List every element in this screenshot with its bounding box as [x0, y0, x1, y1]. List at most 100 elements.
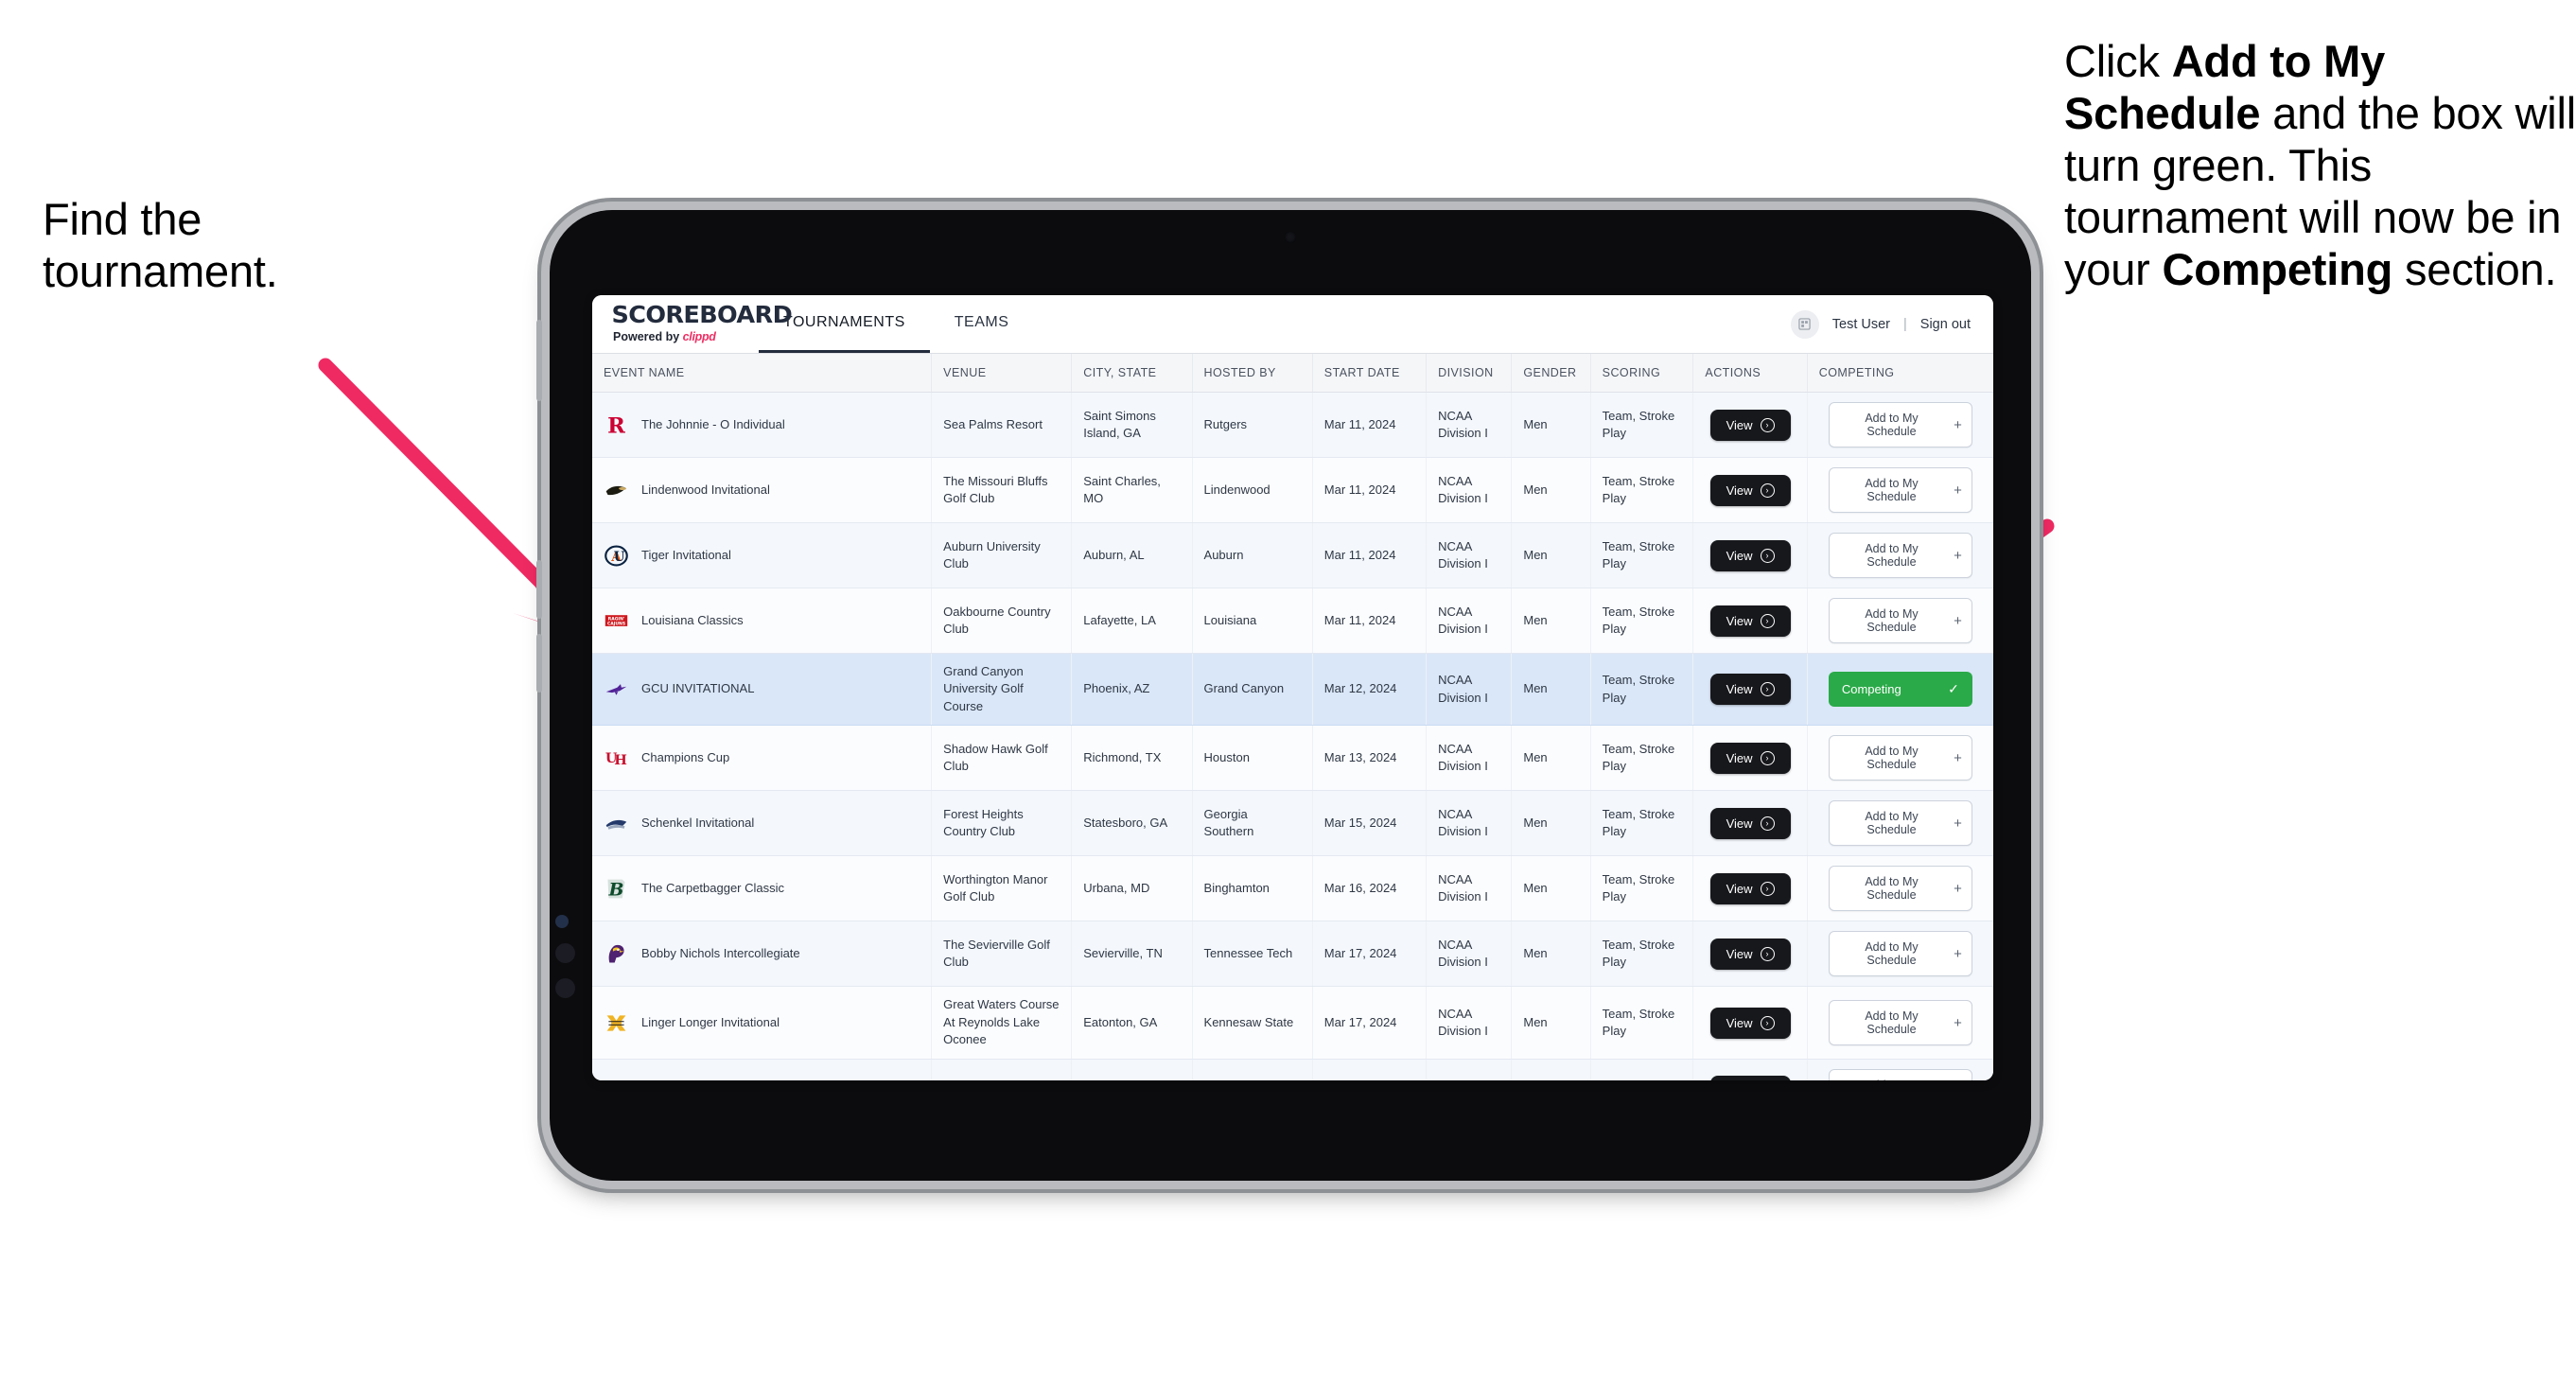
table-row[interactable]: GCU INVITATIONAL Grand Canyon University … [592, 653, 1993, 727]
cell-start-date: Mar 11, 2024 [1312, 457, 1428, 523]
view-button[interactable]: View› [1709, 674, 1791, 706]
view-button-label: View [1726, 1015, 1753, 1030]
table-row[interactable]: Lindenwood Invitational The Missouri Bluf… [592, 457, 1993, 523]
table-row[interactable]: A U Tiger Invitational Auburn University Cl… [592, 522, 1993, 588]
cell-event-name [592, 1059, 933, 1080]
arrow-right-circle-icon: › [1760, 750, 1775, 765]
col-gender[interactable]: GENDER [1511, 354, 1591, 393]
device-sensor-3 [555, 978, 575, 998]
add-to-my-schedule-button[interactable]: Add to My Schedule+ [1828, 533, 1972, 578]
cell-city-state: Sevierville, TN [1071, 921, 1193, 988]
svg-text:CAJUNS: CAJUNS [607, 621, 625, 626]
col-hosted-by[interactable]: HOSTED BY [1192, 354, 1313, 393]
event-name-label: GCU INVITATIONAL [641, 681, 755, 696]
cell-hosted-by: Auburn [1192, 522, 1313, 588]
cell-division: NCAA Division I [1426, 392, 1513, 458]
cell-gender: Men [1511, 986, 1591, 1060]
add-to-my-schedule-label: Add to My Schedule [1865, 810, 1919, 837]
table-row[interactable]: R The Johnnie - O Individual Sea Palms Res… [592, 392, 1993, 458]
cell-start-date: Mar 13, 2024 [1312, 725, 1428, 792]
table-row[interactable]: Brook Valley NCAA Team, View› Add to My Sche… [592, 1059, 1993, 1080]
view-button[interactable]: View› [1709, 742, 1791, 774]
event-name-label: Champions Cup [641, 750, 730, 765]
cell-venue: Oakbourne Country Club [931, 588, 1073, 654]
add-to-my-schedule-button[interactable]: Add to My Schedule+ [1828, 598, 1972, 643]
plus-icon: + [1954, 749, 1962, 766]
cell-competing: Add to My Schedule + [1807, 725, 1993, 792]
table-row[interactable]: RAGIN' CAJUNS Louisiana Classics Oakbourne … [592, 588, 1993, 654]
cell-gender: Men [1511, 921, 1591, 988]
view-button-label: View [1726, 946, 1753, 961]
view-button[interactable]: View› [1709, 807, 1791, 839]
cell-hosted-by: Rutgers [1192, 392, 1313, 458]
cell-actions: View › [1692, 653, 1808, 727]
view-button[interactable]: View› [1709, 605, 1791, 637]
cell-gender: Men [1511, 855, 1591, 922]
view-button[interactable]: View› [1709, 409, 1791, 441]
table-row[interactable]: Schenkel Invitational Forest Heights Coun… [592, 790, 1993, 857]
volume-up-button[interactable] [536, 560, 542, 619]
power-button[interactable] [536, 320, 542, 401]
add-to-my-schedule-button[interactable]: Add to My Schedule+ [1828, 402, 1972, 447]
table-row[interactable]: Bobby Nichols Intercollegiate The Sevierv… [592, 921, 1993, 988]
col-venue[interactable]: VENUE [931, 354, 1073, 393]
view-button[interactable]: View› [1709, 872, 1791, 904]
cell-start-date: Mar 11, 2024 [1312, 392, 1428, 458]
annotation-right-seg3: section. [2392, 243, 2557, 294]
cell-venue: Auburn University Club [931, 522, 1073, 588]
avatar[interactable] [1790, 309, 1819, 339]
cell-division: NCAA Division I [1426, 790, 1513, 857]
view-button[interactable]: View› [1709, 1076, 1791, 1080]
col-scoring[interactable]: SCORING [1590, 354, 1694, 393]
cell-actions: View › [1692, 921, 1808, 988]
col-division[interactable]: DIVISION [1426, 354, 1513, 393]
table-header-row: EVENT NAME VENUE CITY, STATE HOSTED BY S… [592, 354, 1993, 393]
tab-teams[interactable]: TEAMS [930, 295, 1034, 353]
view-button[interactable]: View› [1709, 1007, 1791, 1039]
brand-logo[interactable]: SCOREBOARD Powered by clippd [592, 295, 792, 353]
view-button[interactable]: View› [1709, 938, 1791, 970]
cell-scoring: Team, Stroke Play [1590, 855, 1694, 922]
volume-down-button[interactable] [536, 634, 542, 693]
add-to-my-schedule-label: Add to My Schedule [1865, 542, 1919, 569]
table-row[interactable]: B The Carpetbagger Classic Worthington Man… [592, 855, 1993, 922]
add-to-my-schedule-button[interactable]: Add to My Schedule+ [1828, 866, 1972, 912]
add-to-my-schedule-button[interactable]: Add to My Schedule+ [1828, 735, 1972, 781]
cell-hosted-by: Kennesaw State [1192, 986, 1313, 1060]
sign-out-link[interactable]: Sign out [1920, 317, 1971, 332]
cell-city-state: Saint Charles, MO [1071, 457, 1193, 523]
arrow-right-circle-icon: › [1760, 548, 1775, 563]
add-to-my-schedule-button[interactable]: Add to My Schedule+ [1828, 467, 1972, 513]
event-name-label: Linger Longer Invitational [641, 1014, 780, 1029]
kennesaw-state-logo [604, 1010, 629, 1036]
cell-hosted-by: Lindenwood [1192, 457, 1313, 523]
add-to-my-schedule-button[interactable]: Add to My Schedule+ [1828, 1000, 1972, 1046]
view-button[interactable]: View› [1709, 539, 1791, 571]
add-to-my-schedule-button[interactable]: Add to My Schedule+ [1828, 1068, 1972, 1080]
col-start-date[interactable]: START DATE [1312, 354, 1428, 393]
table-row[interactable]: Linger Longer Invitational Great Waters C… [592, 986, 1993, 1060]
add-to-my-schedule-label: Add to My Schedule [1865, 477, 1919, 503]
event-name-label: The Johnnie - O Individual [641, 416, 785, 431]
cell-scoring: Team, [1590, 1059, 1694, 1080]
col-actions: ACTIONS [1692, 354, 1808, 393]
event-name-label: Schenkel Invitational [641, 816, 755, 831]
add-to-my-schedule-button[interactable]: Add to My Schedule+ [1828, 800, 1972, 847]
cell-division: NCAA Division I [1426, 986, 1513, 1060]
table-row[interactable]: U H Champions Cup Shadow Hawk Golf Club Rich… [592, 725, 1993, 792]
col-event-name[interactable]: EVENT NAME [592, 354, 933, 393]
cell-event-name: Lindenwood Invitational [592, 457, 933, 523]
col-city-state[interactable]: CITY, STATE [1071, 354, 1193, 393]
add-to-my-schedule-button[interactable]: Add to My Schedule+ [1828, 931, 1972, 977]
plus-icon: + [1954, 416, 1962, 433]
main-navigation: TOURNAMENTS TEAMS [759, 295, 1033, 353]
annotation-right-bold2: Competing [2162, 243, 2393, 294]
cell-venue: Shadow Hawk Golf Club [931, 725, 1073, 792]
competing-badge[interactable]: Competing ✓ [1828, 672, 1972, 708]
user-grid-icon [1798, 318, 1811, 330]
arrow-right-circle-icon: › [1760, 417, 1775, 432]
cell-competing: Add to My Schedule + [1807, 457, 1993, 523]
view-button[interactable]: View› [1709, 474, 1791, 506]
cell-division: NCAA Division I [1426, 653, 1513, 727]
cell-gender: Men [1511, 653, 1591, 727]
